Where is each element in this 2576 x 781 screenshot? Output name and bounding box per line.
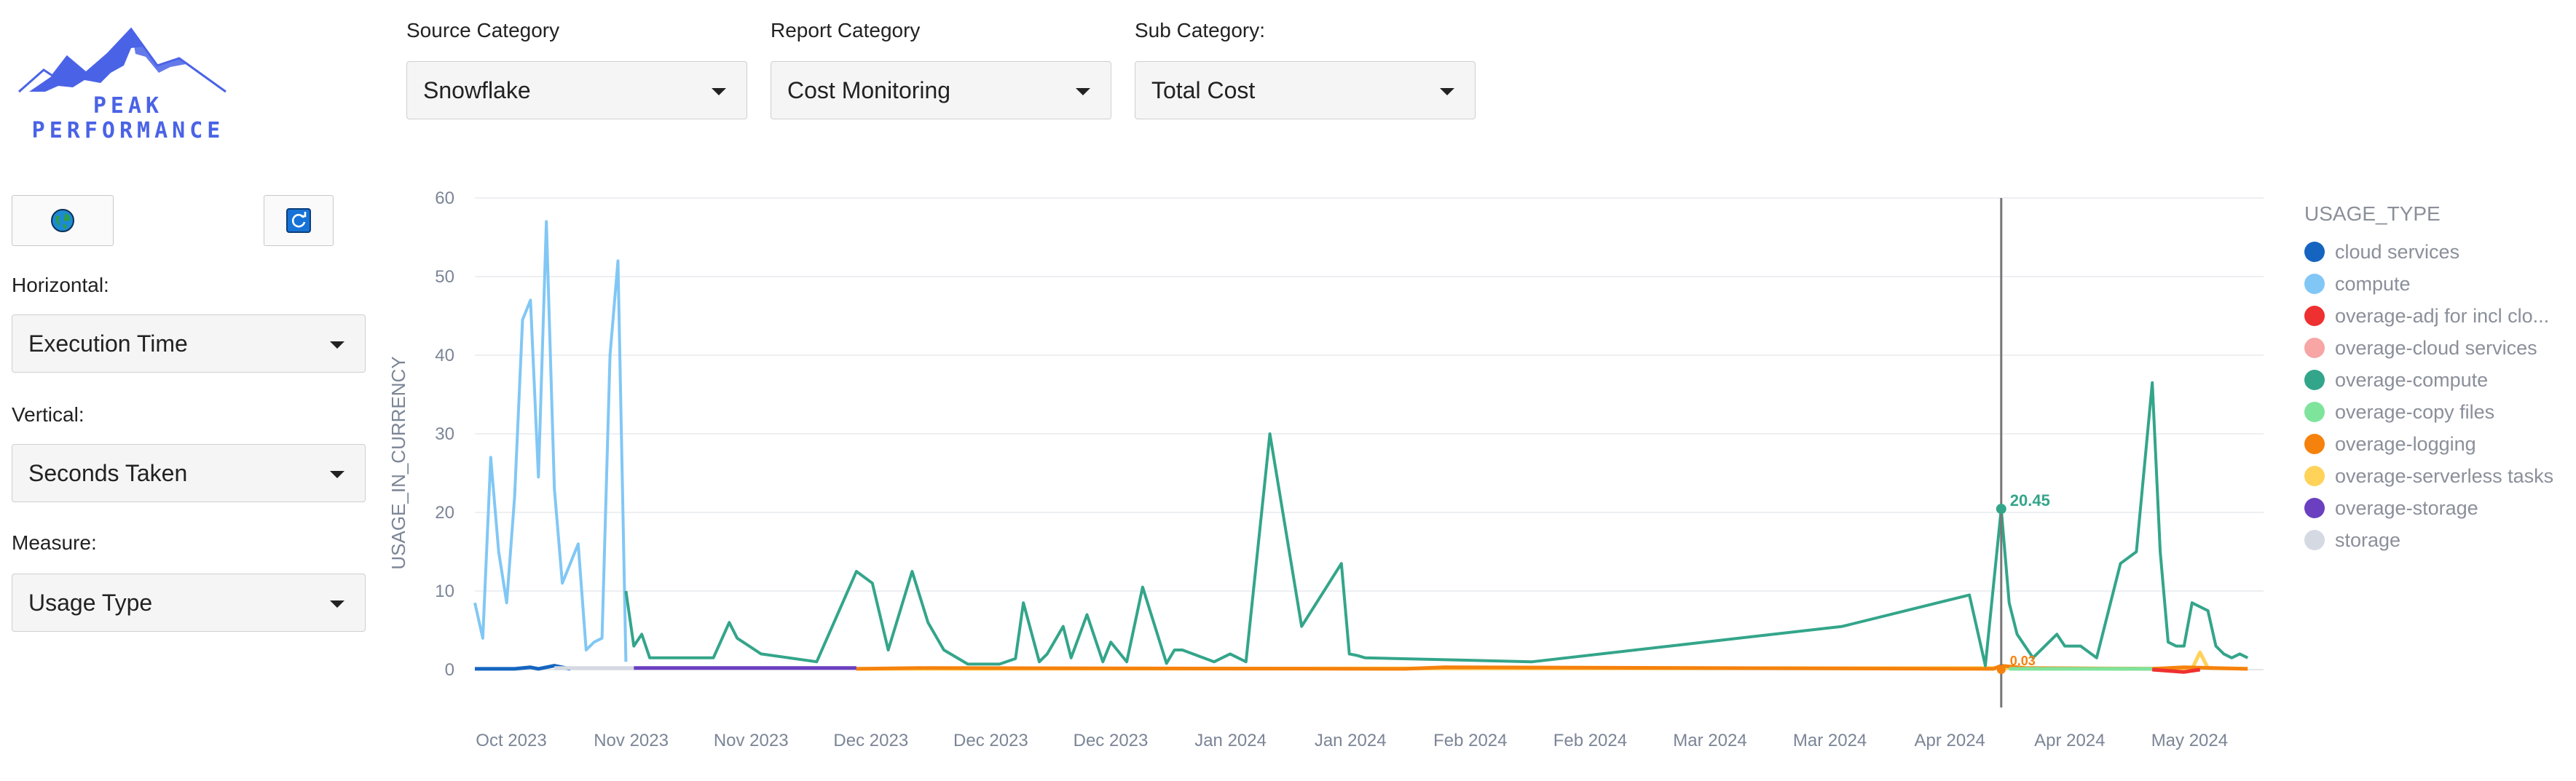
series-line-compute [473,220,628,662]
y-tick-label: 10 [435,582,454,601]
usage-line-chart[interactable]: 0 10 20 30 40 50 60 Oct 2023 Nov 2023 Nov 2023 De… [0,0,2576,781]
x-tick-label: Mar 2024 [1673,731,1746,750]
x-tick-label: Jan 2024 [1194,731,1267,750]
legend-label: overage-compute [2335,368,2489,391]
legend-item[interactable]: overage-compute [2304,364,2574,396]
legend-item[interactable]: storage [2304,524,2574,556]
x-tick-label: Nov 2023 [594,731,669,750]
legend-item[interactable]: overage-cloud services [2304,332,2574,364]
y-tick-label: 40 [435,346,454,365]
x-tick-label: Dec 2023 [1074,731,1149,750]
series-line-overage-compute [624,381,2249,667]
chart-series [473,220,2249,674]
y-tick-label: 30 [435,424,454,444]
legend-dot-icon [2304,370,2325,390]
hover-small-label: 0.03 [2010,654,2036,668]
x-tick-label: Feb 2024 [1553,731,1627,750]
legend-label: overage-serverless tasks [2335,464,2554,487]
legend-label: compute [2335,272,2411,295]
hover-point-small [1996,665,2006,674]
legend-dot-icon [2304,434,2325,454]
legend-dot-icon [2304,402,2325,422]
hover-value-label: 20.45 [2010,491,2050,510]
legend-dot-icon [2304,242,2325,262]
legend-dot-icon [2304,338,2325,358]
legend-dot-icon [2304,466,2325,486]
x-tick-label: Apr 2024 [1914,731,1985,750]
chart-grid [475,197,2264,670]
legend-dot-icon [2304,530,2325,550]
x-tick-label: Jan 2024 [1315,731,1387,750]
x-tick-label: Dec 2023 [953,731,1028,750]
y-axis-label: USAGE_IN_CURRENCY [387,356,409,569]
legend-label: overage-cloud services [2335,336,2537,359]
legend-item[interactable]: overage-copy files [2304,396,2574,428]
legend-label: cloud services [2335,240,2460,263]
y-tick-label: 50 [435,267,454,287]
hover-indicator: 20.45 0.03 [1996,198,2050,707]
legend-label: overage-logging [2335,432,2476,455]
legend-dot-icon [2304,274,2325,294]
legend-label: overage-storage [2335,496,2478,519]
y-tick-label: 0 [445,660,454,680]
hover-point [1996,504,2006,515]
series-line-overage-adj-for-incl-clo [2152,667,2201,674]
x-tick-label: Apr 2024 [2034,731,2105,750]
legend-items: cloud services compute overage-adj for inc… [2304,236,2574,556]
legend-item[interactable]: overage-logging [2304,428,2574,460]
x-tick-label: Feb 2024 [1433,731,1507,750]
legend-label: storage [2335,528,2401,551]
x-tick-label: Oct 2023 [476,731,546,750]
y-axis-ticks: 0 10 20 30 40 50 60 [435,189,454,680]
chart-legend: USAGE_TYPE cloud services compute overage-… [2304,202,2574,556]
y-tick-label: 20 [435,503,454,523]
legend-dot-icon [2304,306,2325,326]
y-tick-label: 60 [435,189,454,208]
legend-label: overage-adj for incl clo... [2335,304,2550,327]
x-tick-label: May 2024 [2151,731,2228,750]
legend-item[interactable]: overage-serverless tasks [2304,460,2574,492]
x-tick-label: Nov 2023 [714,731,789,750]
legend-item[interactable]: compute [2304,268,2574,300]
legend-item[interactable]: cloud services [2304,236,2574,268]
x-axis-ticks: Oct 2023 Nov 2023 Nov 2023 Dec 2023 Dec 2023… [476,731,2228,750]
legend-title: USAGE_TYPE [2304,202,2441,225]
legend-item[interactable]: overage-storage [2304,492,2574,524]
legend-label: overage-copy files [2335,400,2495,423]
legend-item[interactable]: overage-adj for incl clo... [2304,300,2574,332]
x-tick-label: Dec 2023 [833,731,908,750]
x-tick-label: Mar 2024 [1793,731,1867,750]
legend-dot-icon [2304,498,2325,518]
